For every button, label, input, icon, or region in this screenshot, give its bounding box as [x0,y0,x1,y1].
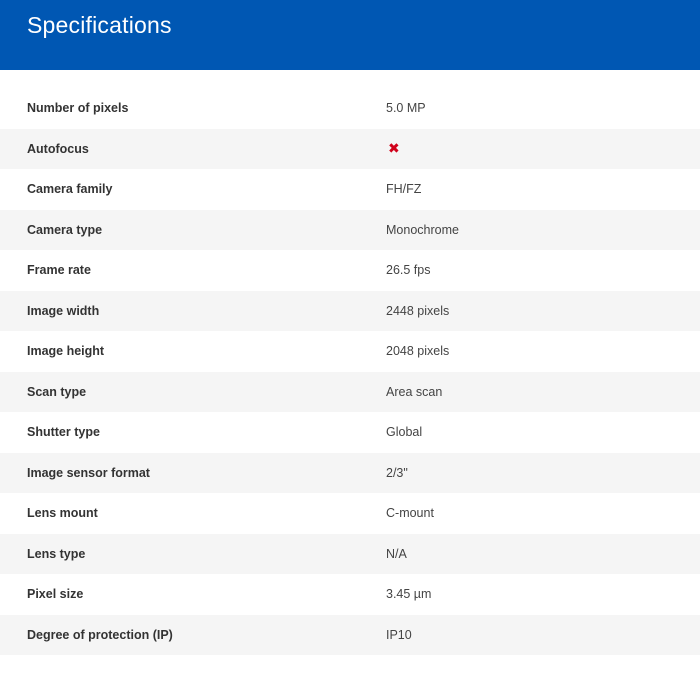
spec-value: 3.45 µm [386,587,432,602]
spec-value: 26.5 fps [386,263,431,278]
spec-label: Image width [27,303,100,318]
spec-label: Autofocus [27,141,89,156]
spec-label: Camera family [27,182,113,197]
spec-value: 2048 pixels [386,344,450,359]
spec-row-camera-family: Camera family FH/FZ [0,169,700,210]
spec-value: IP10 [386,627,412,642]
spec-label: Pixel size [27,587,84,602]
spec-value: C-mount [386,506,434,521]
spec-row-scan-type: Scan type Area scan [0,371,700,412]
spec-label: Image height [27,344,105,359]
spec-label: Lens type [27,546,86,561]
spec-row-pixel-size: Pixel size 3.45 µm [0,574,700,615]
spec-value: 5.0 MP [386,101,426,116]
spec-row-camera-type: Camera type Monochrome [0,209,700,250]
spec-value: Global [386,425,423,440]
spec-label: Degree of protection (IP) [27,627,173,642]
spec-value: Monochrome [386,222,459,237]
spec-row-autofocus: Autofocus ✖ [0,128,700,169]
spec-row-degree-of-protection: Degree of protection (IP) IP10 [0,614,700,655]
spec-value: 2448 pixels [386,303,450,318]
spec-value: Area scan [386,384,443,399]
page-title: Specifications [27,12,172,38]
spec-row-lens-mount: Lens mount C-mount [0,493,700,534]
spec-table: Number of pixels 5.0 MP Autofocus ✖ Came… [0,88,700,655]
spec-label: Scan type [27,384,87,399]
spec-row-lens-type: Lens type N/A [0,533,700,574]
spec-row-image-sensor-format: Image sensor format 2/3" [0,452,700,493]
spec-row-frame-rate: Frame rate 26.5 fps [0,250,700,291]
spec-label: Shutter type [27,425,100,440]
cross-icon: ✖ [388,140,400,157]
spec-value: N/A [386,546,407,561]
spec-row-shutter-type: Shutter type Global [0,412,700,453]
spec-label: Frame rate [27,263,91,278]
spec-value: ✖ [386,140,400,157]
spec-label: Image sensor format [27,465,150,480]
spec-label: Camera type [27,222,103,237]
spec-label: Number of pixels [27,101,129,116]
spec-value: FH/FZ [386,182,422,197]
spec-value: 2/3" [386,465,408,480]
spec-row-image-width: Image width 2448 pixels [0,290,700,331]
specifications-header: Specifications [0,0,700,70]
spec-label: Lens mount [27,506,98,521]
spec-row-number-of-pixels: Number of pixels 5.0 MP [0,88,700,129]
spec-row-image-height: Image height 2048 pixels [0,331,700,372]
